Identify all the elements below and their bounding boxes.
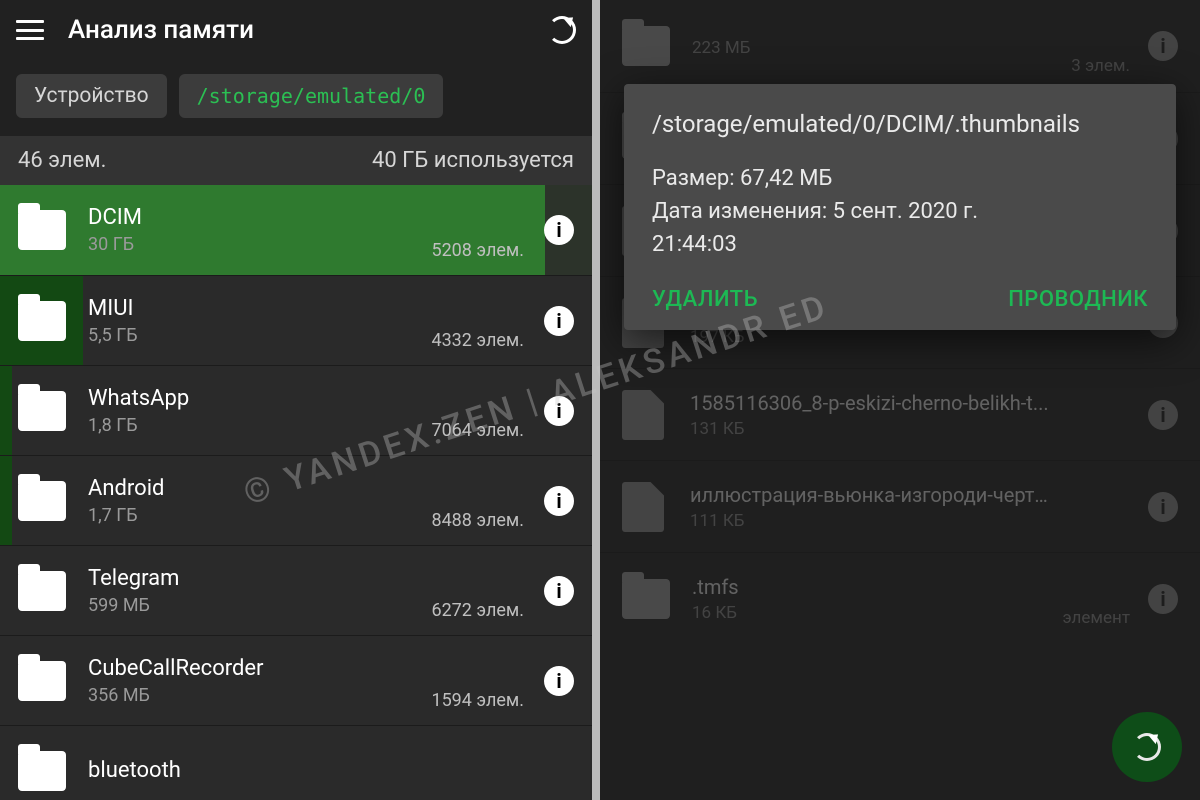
- list-item[interactable]: DCIM 30 ГБ5208 элем. i: [0, 185, 592, 275]
- info-icon[interactable]: i: [544, 666, 574, 696]
- folder-name: WhatsApp: [88, 386, 431, 411]
- folder-name: MIUI: [88, 296, 431, 321]
- info-icon[interactable]: i: [544, 396, 574, 426]
- item-count: 7064 элем.: [431, 420, 524, 441]
- list-item[interactable]: WhatsApp 1,8 ГБ7064 элем. i: [0, 365, 592, 455]
- file-browser-pane: 223 МБ3 элем.i.thumbnailsiic7a6f29577308…: [600, 0, 1200, 800]
- info-dialog: /storage/emulated/0/DCIM/.thumbnails Раз…: [624, 84, 1176, 330]
- item-count: 1594 элем.: [431, 690, 524, 711]
- info-icon[interactable]: i: [544, 306, 574, 336]
- folder-size: 5,5 ГБ: [88, 325, 431, 346]
- list-item[interactable]: bluetooth: [0, 725, 592, 800]
- list-item[interactable]: MIUI 5,5 ГБ4332 элем. i: [0, 275, 592, 365]
- info-icon[interactable]: i: [544, 486, 574, 516]
- folder-name: bluetooth: [88, 758, 574, 783]
- item-count: 8488 элем.: [431, 510, 524, 531]
- folder-icon: [18, 661, 66, 701]
- dialog-path: /storage/emulated/0/DCIM/.thumbnails: [652, 110, 1148, 138]
- folder-icon: [18, 301, 66, 341]
- refresh-icon[interactable]: [548, 16, 576, 44]
- list-item[interactable]: Telegram 599 МБ6272 элем. i: [0, 545, 592, 635]
- dialog-date: Дата изменения: 5 сент. 2020 г.: [652, 195, 1148, 228]
- chip-device[interactable]: Устройство: [16, 74, 167, 118]
- folder-size: 1,7 ГБ: [88, 505, 431, 526]
- folder-size: 1,8 ГБ: [88, 415, 431, 436]
- stats-bar: 46 элем. 40 ГБ используется: [0, 136, 592, 185]
- folder-icon: [18, 391, 66, 431]
- folder-icon: [18, 751, 66, 791]
- explorer-button[interactable]: ПРОВОДНИК: [1008, 287, 1148, 312]
- item-count: 4332 элем.: [431, 330, 524, 351]
- stats-used: 40 ГБ используется: [372, 148, 574, 173]
- refresh-icon: [1133, 733, 1161, 761]
- storage-analyzer-pane: Анализ памяти Устройство /storage/emulat…: [0, 0, 592, 800]
- dialog-size: Размер: 67,42 МБ: [652, 162, 1148, 195]
- app-header: Анализ памяти: [0, 0, 592, 60]
- list-item[interactable]: Android 1,7 ГБ8488 элем. i: [0, 455, 592, 545]
- stats-count: 46 элем.: [18, 148, 106, 173]
- folder-icon: [18, 210, 66, 250]
- info-icon[interactable]: i: [544, 215, 574, 245]
- folder-list: DCIM 30 ГБ5208 элем. i MIUI 5,5 ГБ4332 элем.…: [0, 185, 592, 800]
- folder-size: 30 ГБ: [88, 234, 431, 255]
- folder-size: 599 МБ: [88, 595, 431, 616]
- info-icon[interactable]: i: [544, 576, 574, 606]
- folder-name: DCIM: [88, 205, 431, 230]
- breadcrumb: Устройство /storage/emulated/0: [0, 60, 592, 136]
- page-title: Анализ памяти: [68, 15, 548, 45]
- folder-icon: [18, 571, 66, 611]
- folder-name: Android: [88, 476, 431, 501]
- dialog-time: 21:44:03: [652, 228, 1148, 261]
- folder-size: 356 МБ: [88, 685, 431, 706]
- folder-icon: [18, 481, 66, 521]
- delete-button[interactable]: УДАЛИТЬ: [652, 287, 758, 312]
- fab-refresh[interactable]: [1112, 712, 1182, 782]
- chip-path[interactable]: /storage/emulated/0: [179, 74, 444, 118]
- item-count: 6272 элем.: [431, 600, 524, 621]
- list-item[interactable]: CubeCallRecorder 356 МБ1594 элем. i: [0, 635, 592, 725]
- item-count: 5208 элем.: [431, 240, 524, 261]
- menu-icon[interactable]: [16, 20, 44, 40]
- folder-name: Telegram: [88, 566, 431, 591]
- folder-name: CubeCallRecorder: [88, 656, 431, 681]
